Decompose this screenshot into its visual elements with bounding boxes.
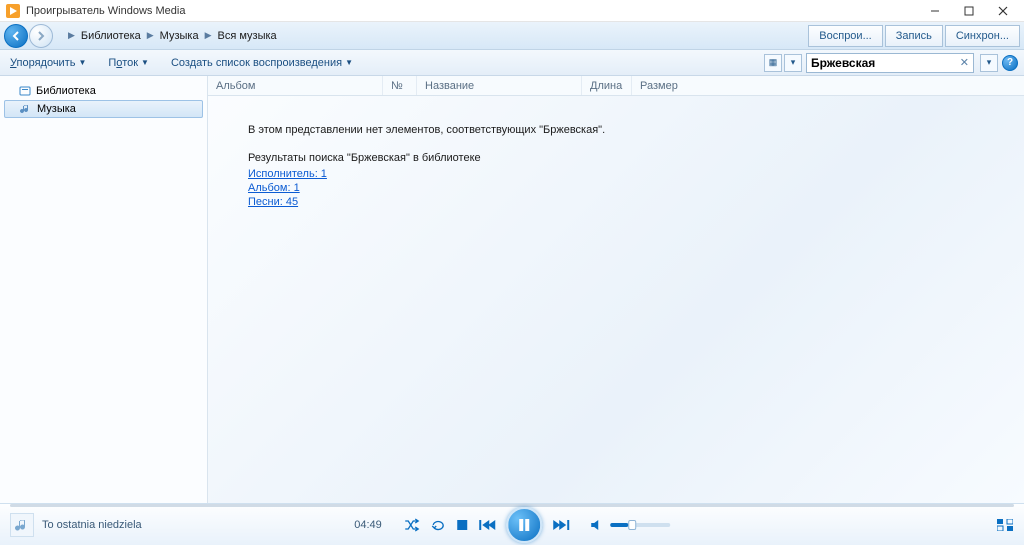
elapsed-time: 04:49 bbox=[354, 519, 382, 531]
main-body: Библиотека Музыка Альбом № Название Длин… bbox=[0, 76, 1024, 503]
content-area: Альбом № Название Длина Размер В этом пр… bbox=[208, 76, 1024, 503]
chevron-right-icon: ▶ bbox=[68, 30, 75, 41]
tab-play[interactable]: Воспрои... bbox=[808, 25, 882, 47]
stream-menu[interactable]: Поток▼ bbox=[104, 55, 153, 71]
sidebar-item-label: Музыка bbox=[37, 103, 76, 115]
sidebar-item-library[interactable]: Библиотека bbox=[0, 82, 207, 100]
result-link-songs[interactable]: Песни: 45 bbox=[248, 196, 298, 208]
player-controls: 04:49 bbox=[354, 507, 670, 543]
breadcrumb: ▶ Библиотека ▶ Музыка ▶ Вся музыка bbox=[62, 30, 277, 42]
library-icon bbox=[18, 84, 32, 98]
track-title: To ostatnia niedziela bbox=[42, 519, 142, 531]
tab-burn[interactable]: Запись bbox=[885, 25, 943, 47]
tab-sync[interactable]: Синхрон... bbox=[945, 25, 1020, 47]
search-results: В этом представлении нет элементов, соот… bbox=[208, 96, 1024, 210]
help-button[interactable]: ? bbox=[1002, 55, 1018, 71]
sidebar-item-music[interactable]: Музыка bbox=[4, 100, 203, 118]
result-link-album[interactable]: Альбом: 1 bbox=[248, 182, 300, 194]
play-pause-button[interactable] bbox=[506, 507, 542, 543]
volume-slider[interactable] bbox=[610, 523, 670, 527]
result-link-artist[interactable]: Исполнитель: 1 bbox=[248, 168, 327, 180]
next-button[interactable] bbox=[552, 519, 570, 531]
forward-button[interactable] bbox=[29, 24, 53, 48]
column-size[interactable]: Размер bbox=[632, 76, 1024, 95]
stop-button[interactable] bbox=[456, 519, 468, 531]
clear-search-button[interactable]: ✕ bbox=[960, 56, 969, 69]
breadcrumb-item[interactable]: Музыка bbox=[160, 30, 199, 42]
switch-view-button[interactable] bbox=[996, 518, 1014, 532]
no-results-message: В этом представлении нет элементов, соот… bbox=[248, 124, 1024, 136]
repeat-button[interactable] bbox=[430, 518, 446, 532]
column-title[interactable]: Название bbox=[417, 76, 582, 95]
search-input[interactable] bbox=[811, 56, 960, 70]
view-dropdown-button[interactable]: ▾ bbox=[784, 54, 802, 72]
music-icon bbox=[19, 102, 33, 116]
sidebar-item-label: Библиотека bbox=[36, 85, 96, 97]
search-dropdown-button[interactable]: ▾ bbox=[980, 54, 998, 72]
now-playing: To ostatnia niedziela bbox=[10, 513, 142, 537]
chevron-right-icon: ▶ bbox=[205, 30, 212, 41]
column-number[interactable]: № bbox=[383, 76, 417, 95]
chevron-down-icon: ▼ bbox=[141, 58, 149, 67]
view-options-button[interactable]: ▦ bbox=[764, 54, 782, 72]
organize-menu[interactable]: Упорядочить▼ bbox=[6, 55, 90, 71]
shuffle-button[interactable] bbox=[404, 518, 420, 532]
back-button[interactable] bbox=[4, 24, 28, 48]
app-icon bbox=[6, 4, 20, 18]
nav-bar: ▶ Библиотека ▶ Музыка ▶ Вся музыка Воспр… bbox=[0, 22, 1024, 50]
mute-button[interactable] bbox=[590, 519, 604, 531]
chevron-down-icon: ▼ bbox=[345, 58, 353, 67]
close-button[interactable] bbox=[986, 1, 1020, 21]
maximize-button[interactable] bbox=[952, 1, 986, 21]
minimize-button[interactable] bbox=[918, 1, 952, 21]
chevron-down-icon: ▼ bbox=[78, 58, 86, 67]
column-headers: Альбом № Название Длина Размер bbox=[208, 76, 1024, 96]
chevron-right-icon: ▶ bbox=[147, 30, 154, 41]
breadcrumb-item[interactable]: Вся музыка bbox=[218, 30, 277, 42]
breadcrumb-item[interactable]: Библиотека bbox=[81, 30, 141, 42]
results-heading: Результаты поиска "Бржевская" в библиоте… bbox=[248, 152, 1024, 164]
column-length[interactable]: Длина bbox=[582, 76, 632, 95]
search-box[interactable]: ✕ bbox=[806, 53, 974, 73]
create-playlist-menu[interactable]: Создать список воспроизведения▼ bbox=[167, 55, 357, 71]
previous-button[interactable] bbox=[478, 519, 496, 531]
window-title: Проигрыватель Windows Media bbox=[26, 5, 918, 17]
title-bar: Проигрыватель Windows Media bbox=[0, 0, 1024, 22]
toolbar: Упорядочить▼ Поток▼ Создать список воспр… bbox=[0, 50, 1024, 76]
player-bar: To ostatnia niedziela 04:49 bbox=[0, 503, 1024, 545]
column-album[interactable]: Альбом bbox=[208, 76, 383, 95]
sidebar: Библиотека Музыка bbox=[0, 76, 208, 503]
album-art-icon bbox=[10, 513, 34, 537]
